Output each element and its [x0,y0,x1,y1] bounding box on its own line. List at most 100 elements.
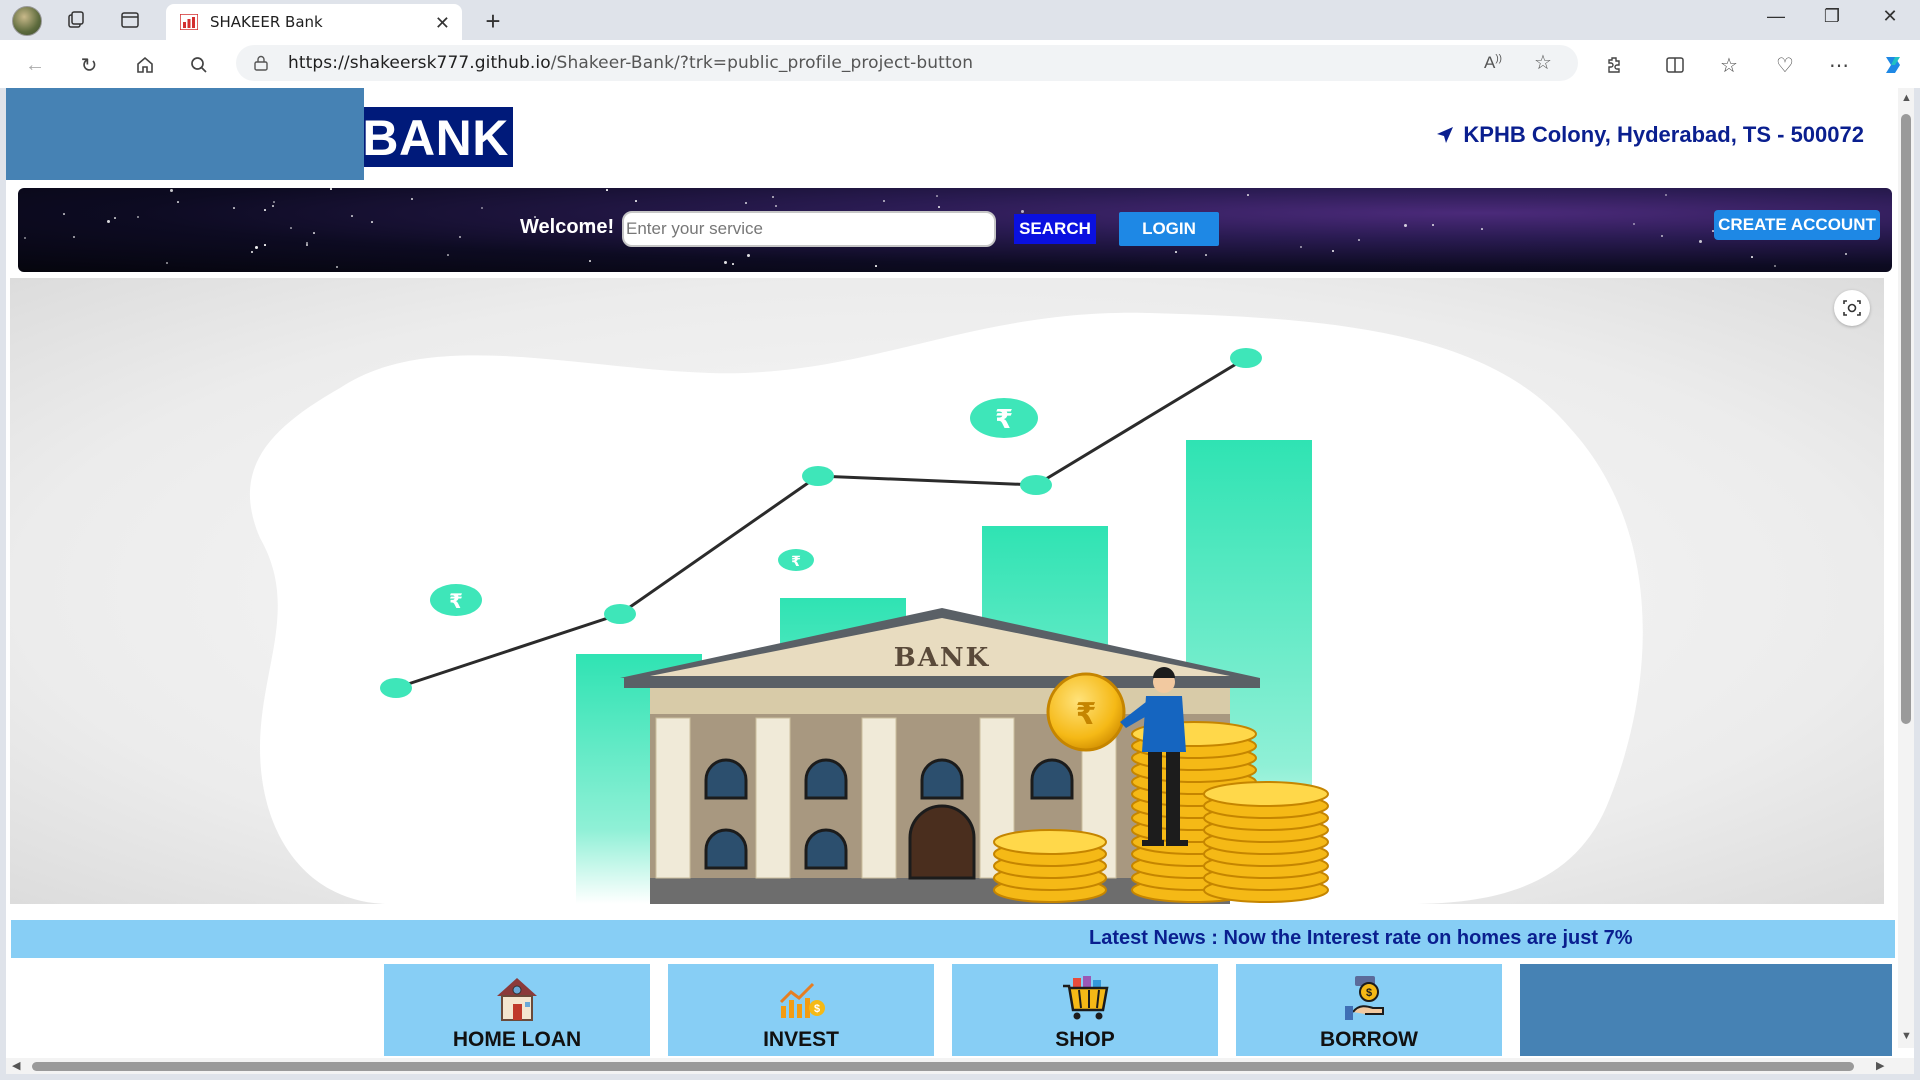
service-shop[interactable]: SHOP [952,964,1218,1056]
vertical-scroll-thumb[interactable] [1901,114,1911,724]
star-decoration [747,254,750,257]
service-home-loan[interactable]: HOME LOAN [384,964,650,1056]
trend-point [380,678,412,698]
trend-point [1020,475,1052,495]
star-decoration [251,251,253,253]
service-borrow[interactable]: $ BORROW [1236,964,1502,1056]
browser-tab-bar: SHAKEER Bank ✕ + — ❐ ✕ [0,0,1920,40]
service-invest[interactable]: $ INVEST [668,964,934,1056]
vertical-scrollbar[interactable]: ▲ ▼ [1898,88,1914,1048]
restore-icon[interactable]: ❐ [1812,6,1852,27]
star-decoration [459,236,461,238]
star-decoration [775,205,777,207]
star-decoration [1021,210,1024,213]
tab-title: SHAKEER Bank [210,13,323,31]
shopping-cart-icon [1063,976,1109,1020]
star-decoration [313,232,315,234]
star-decoration [745,202,747,204]
create-account-button[interactable]: CREATE ACCOUNT [1714,210,1880,240]
active-tab[interactable]: SHAKEER Bank ✕ [166,4,462,40]
collections-icon[interactable] [62,8,90,32]
star-decoration [936,195,938,197]
location-text: KPHB Colony, Hyderabad, TS - 500072 [1463,122,1864,147]
reload-icon[interactable]: ↻ [74,50,104,80]
star-decoration [447,254,449,256]
star-decoration [114,217,116,219]
svg-text:$: $ [1366,987,1372,999]
scroll-down-icon[interactable]: ▼ [1901,1030,1912,1042]
star-decoration [73,236,75,238]
service-spacer-left [6,88,364,180]
trend-point [1230,348,1262,368]
url-domain: https://shakeersk777.github.io [288,53,551,73]
svg-text:$: $ [814,1003,820,1015]
search-banner: Welcome! SEARCH LOGIN CREATE ACCOUNT [18,188,1892,272]
star-decoration [1247,194,1249,196]
star-decoration [883,200,885,202]
home-icon[interactable] [130,50,160,80]
svg-text:₹: ₹ [995,405,1013,435]
service-label: HOME LOAN [452,1028,582,1051]
scroll-right-icon[interactable]: ▶ [1876,1059,1884,1072]
star-decoration [606,189,608,191]
address-bar[interactable]: https://shakeersk777.github.io/Shakeer-B… [236,45,1578,81]
trend-point [802,466,834,486]
profile-avatar[interactable] [12,6,42,36]
url-text[interactable]: https://shakeersk777.github.io/Shakeer-B… [288,53,973,73]
back-icon[interactable]: ← [20,50,50,80]
lock-icon[interactable] [254,55,268,71]
star-decoration [166,262,168,264]
copilot-icon[interactable] [1878,50,1908,80]
close-tab-icon[interactable]: ✕ [435,13,450,34]
star-decoration [589,260,591,262]
favorite-star-icon[interactable]: ☆ [1534,50,1552,75]
star-decoration [264,209,266,211]
star-decoration [1699,240,1702,243]
minimize-icon[interactable]: — [1756,6,1796,27]
search-icon[interactable] [184,50,214,80]
extensions-icon[interactable] [1600,50,1630,80]
star-decoration [273,201,275,203]
star-decoration [336,266,338,268]
login-button[interactable]: LOGIN [1119,212,1219,246]
star-decoration [1845,253,1847,255]
news-ticker: Latest News : Now the Interest rate on h… [11,920,1895,958]
star-decoration [1751,256,1753,258]
tab-actions-icon[interactable] [116,8,144,32]
split-screen-icon[interactable] [1660,50,1690,80]
star-decoration [177,201,179,203]
horizontal-scroll-thumb[interactable] [32,1062,1854,1071]
star-decoration [330,188,332,190]
star-decoration [1332,250,1334,252]
favorites-icon[interactable]: ☆ [1714,50,1744,80]
service-label: INVEST [763,1028,839,1051]
horizontal-scrollbar[interactable]: ◀ ▶ [6,1058,1914,1074]
visual-search-icon[interactable] [1834,290,1870,326]
star-decoration [63,213,65,215]
browser-essentials-icon[interactable]: ♡ [1770,50,1800,80]
trend-point [604,604,636,624]
star-decoration [1205,254,1207,256]
scroll-up-icon[interactable]: ▲ [1901,92,1912,104]
svg-text:BANK: BANK [894,643,991,673]
svg-text:₹: ₹ [1076,697,1097,732]
window-close-icon[interactable]: ✕ [1870,6,1910,27]
star-decoration [772,196,774,198]
url-path: /Shakeer-Bank/?trk=public_profile_projec… [550,53,974,73]
service-search-input[interactable] [622,211,996,247]
star-decoration [170,189,173,192]
news-text: Latest News : Now the Interest rate on h… [1089,927,1633,949]
service-label: BORROW [1320,1028,1418,1051]
svg-text:₹: ₹ [791,554,801,570]
star-decoration [306,244,308,246]
more-options-icon[interactable]: ⋯ [1824,50,1854,80]
search-button[interactable]: SEARCH [1014,214,1096,244]
star-decoration [938,206,940,208]
read-aloud-icon[interactable]: A)) [1484,53,1502,73]
service-label: SHOP [1055,1028,1115,1051]
bank-favicon-icon [180,14,198,30]
new-tab-icon[interactable]: + [478,6,508,37]
star-decoration [635,200,637,202]
scroll-left-icon[interactable]: ◀ [12,1059,20,1072]
money-hand-icon: $ [1345,976,1384,1020]
